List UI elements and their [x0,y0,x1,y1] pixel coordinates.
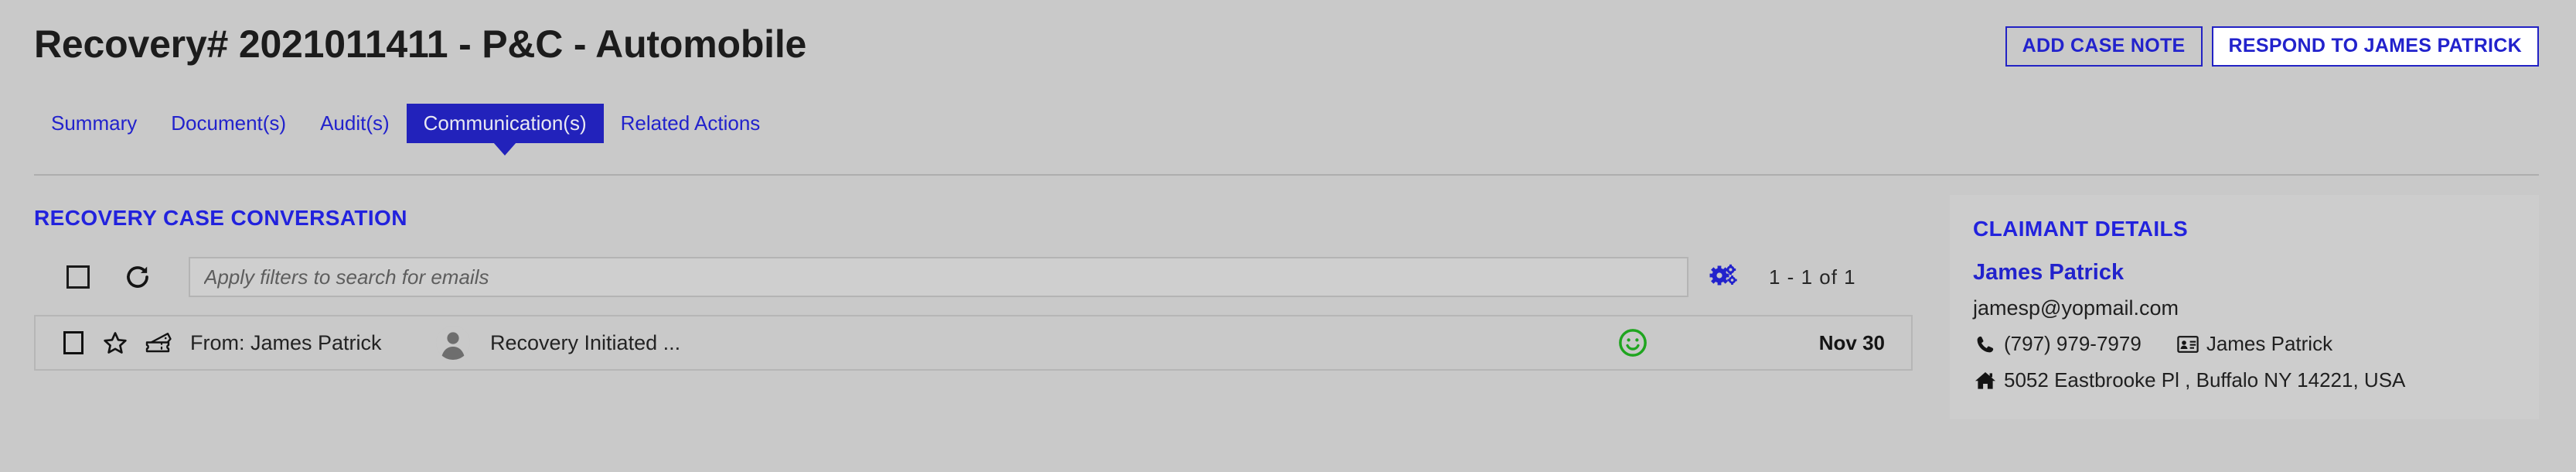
conversation-toolbar: 1 - 1 of 1 [34,257,1913,297]
claimant-name-link[interactable]: James Patrick [1973,262,2539,284]
ticket-icon[interactable] [144,330,175,356]
conversation-section-title: RECOVERY CASE CONVERSATION [34,206,407,230]
tab-documents-label: Document(s) [171,111,287,135]
gear-icon[interactable] [1709,263,1739,291]
claimant-contact-name: James Patrick [2206,332,2333,355]
tab-audits[interactable]: Audit(s) [303,104,407,143]
tab-summary[interactable]: Summary [34,104,154,143]
row-subject: Recovery Initiated ... [490,330,681,354]
id-card-icon [2176,333,2200,355]
tab-bar: Summary Document(s) Audit(s) Communicati… [34,104,778,156]
header-divider [34,174,2539,176]
recovery-case-page: Recovery# 2021011411 - P&C - Automobile … [0,0,2576,472]
claimant-details-panel: CLAIMANT DETAILS James Patrick jamesp@yo… [1950,195,2539,419]
claimant-address: 5052 Eastbrooke Pl , Buffalo NY 14221, U… [2004,368,2406,392]
tab-communications[interactable]: Communication(s) [406,104,604,156]
search-input[interactable] [190,265,1687,289]
row-date: Nov 30 [1818,330,1885,354]
conversation-section: RECOVERY CASE CONVERSATION Apply filters… [34,207,1913,371]
select-all-checkbox[interactable] [66,265,90,289]
tab-audits-label: Audit(s) [320,111,390,135]
claimant-address-row: 5052 Eastbrooke Pl , Buffalo NY 14221, U… [1973,368,2539,392]
pagination-label: 1 - 1 of 1 [1769,265,1856,289]
tab-related-actions-label: Related Actions [620,111,761,135]
claimant-details-title: CLAIMANT DETAILS [1973,217,2189,241]
row-sender: From: James Patrick [190,330,382,354]
add-case-note-button[interactable]: ADD CASE NOTE [2005,26,2203,67]
search-filter-box[interactable] [189,257,1688,297]
respond-to-claimant-button[interactable]: RESPOND TO JAMES PATRICK [2211,26,2539,67]
header-actions: ADD CASE NOTE RESPOND TO JAMES PATRICK [2005,26,2539,67]
tab-communications-label: Communication(s) [423,111,587,135]
star-icon[interactable] [102,330,128,356]
page-title: Recovery# 2021011411 - P&C - Automobile [34,22,807,66]
claimant-email: jamesp@yopmail.com [1973,296,2179,320]
tab-documents[interactable]: Document(s) [154,104,303,143]
tab-related-actions[interactable]: Related Actions [604,104,778,143]
tab-summary-label: Summary [51,111,138,135]
page-header: Recovery# 2021011411 - P&C - Automobile … [0,0,2576,93]
smiley-face-icon[interactable] [1617,327,1648,358]
claimant-phone: (797) 979-7979 [2004,332,2142,355]
claimant-phone-row: (797) 979-7979 James Patrick [1973,332,2539,356]
table-row[interactable]: From: James Patrick Recovery Initiated .… [34,315,1913,371]
row-select-checkbox[interactable] [63,331,83,354]
active-tab-caret-icon [493,142,517,156]
phone-icon [1973,333,1998,355]
avatar [436,326,470,360]
refresh-icon[interactable] [124,263,152,291]
home-icon [1973,370,1998,392]
